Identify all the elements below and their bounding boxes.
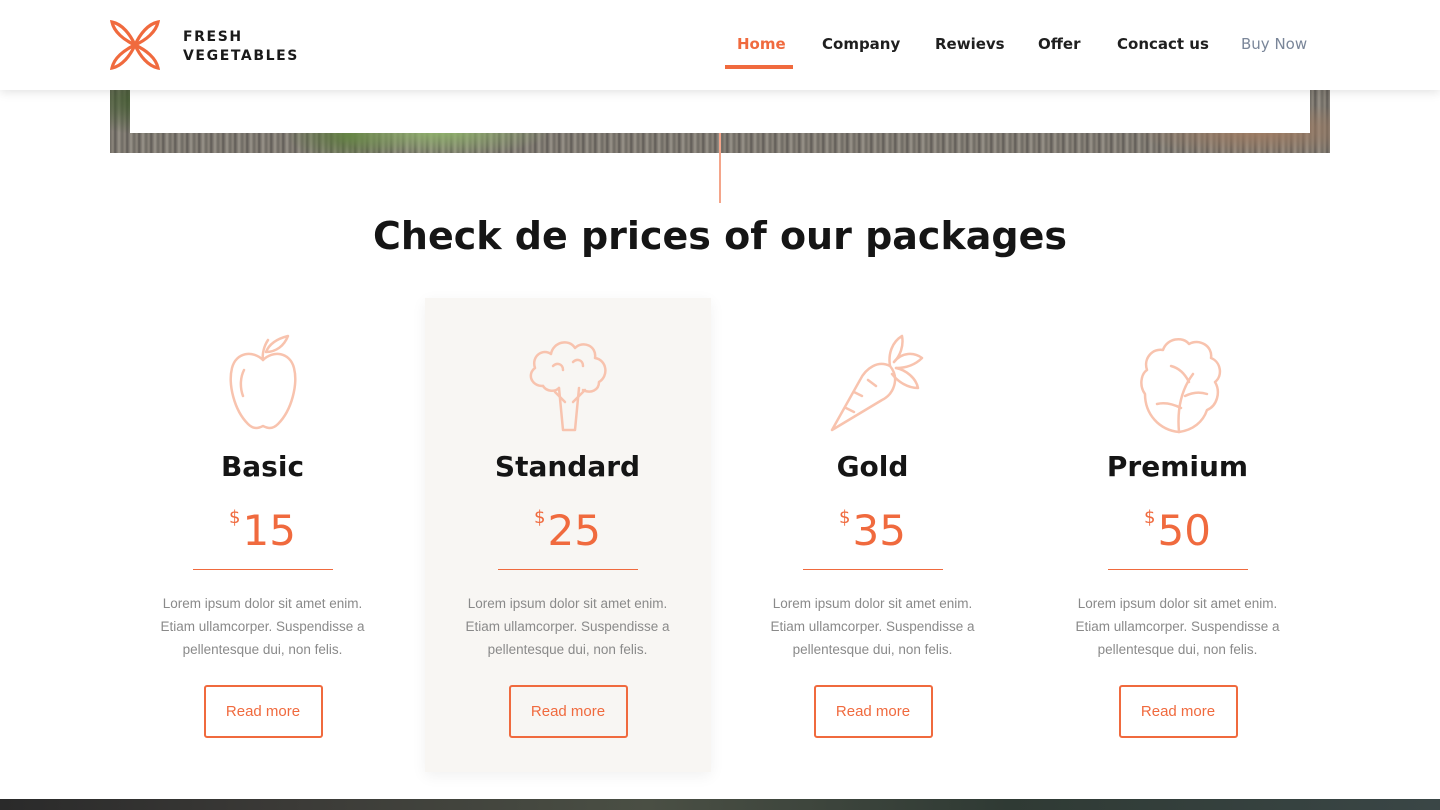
package-name: Premium (1106, 450, 1249, 483)
price-divider (802, 569, 943, 570)
nav-contact[interactable]: Concact us (1117, 35, 1209, 53)
lettuce-icon (1139, 337, 1221, 434)
nav-offer[interactable]: Offer (1038, 35, 1080, 53)
price-value: 35 (852, 506, 906, 555)
main-nav: Home Company Rewievs Offer Concact us Bu… (0, 35, 1440, 75)
package-name: Standard (494, 450, 641, 483)
package-description: Lorem ipsum dolor sit amet enim. Etiam u… (770, 596, 975, 657)
nav-home[interactable]: Home (737, 35, 786, 53)
carrot-icon (830, 334, 923, 432)
read-more-button[interactable]: Read more (203, 685, 323, 738)
price-value: 25 (547, 506, 601, 555)
nav-reviews[interactable]: Rewievs (935, 35, 1005, 53)
package-name: Basic (220, 450, 305, 483)
broccoli-icon (529, 341, 607, 432)
package-card-premium: Premium $50 Lorem ipsum dolor sit amet e… (1025, 330, 1330, 750)
nav-active-indicator (725, 65, 793, 69)
package-price: $50 (1025, 506, 1330, 555)
package-description: Lorem ipsum dolor sit amet enim. Etiam u… (1075, 596, 1280, 657)
read-more-button[interactable]: Read more (813, 685, 933, 738)
apple-icon (229, 334, 296, 430)
currency-symbol: $ (839, 507, 851, 528)
read-more-button[interactable]: Read more (508, 685, 628, 738)
package-price: $25 (415, 506, 720, 555)
footer-image-strip (0, 799, 1440, 810)
currency-symbol: $ (1144, 507, 1156, 528)
package-card-basic: Basic $15 Lorem ipsum dolor sit amet eni… (110, 330, 415, 750)
nav-company[interactable]: Company (822, 35, 900, 53)
section-divider (719, 133, 721, 203)
package-price: $35 (720, 506, 1025, 555)
price-divider (497, 569, 638, 570)
package-price: $15 (110, 506, 415, 555)
read-more-button[interactable]: Read more (1118, 685, 1238, 738)
package-name: Gold (836, 450, 909, 483)
currency-symbol: $ (534, 507, 546, 528)
package-card-gold: Gold $35 Lorem ipsum dolor sit amet enim… (720, 330, 1025, 750)
package-description: Lorem ipsum dolor sit amet enim. Etiam u… (160, 596, 365, 657)
nav-buy-now[interactable]: Buy Now (1241, 35, 1307, 53)
currency-symbol: $ (229, 507, 241, 528)
price-divider (1107, 569, 1248, 570)
price-value: 15 (242, 506, 296, 555)
package-card-standard: Standard $25 Lorem ipsum dolor sit amet … (415, 330, 720, 750)
price-divider (192, 569, 333, 570)
price-value: 50 (1157, 506, 1211, 555)
site-header: FRESH VEGETABLES Home Company Rewievs Of… (0, 0, 1440, 90)
package-description: Lorem ipsum dolor sit amet enim. Etiam u… (465, 596, 670, 657)
section-title: Check de prices of our packages (373, 214, 1067, 258)
